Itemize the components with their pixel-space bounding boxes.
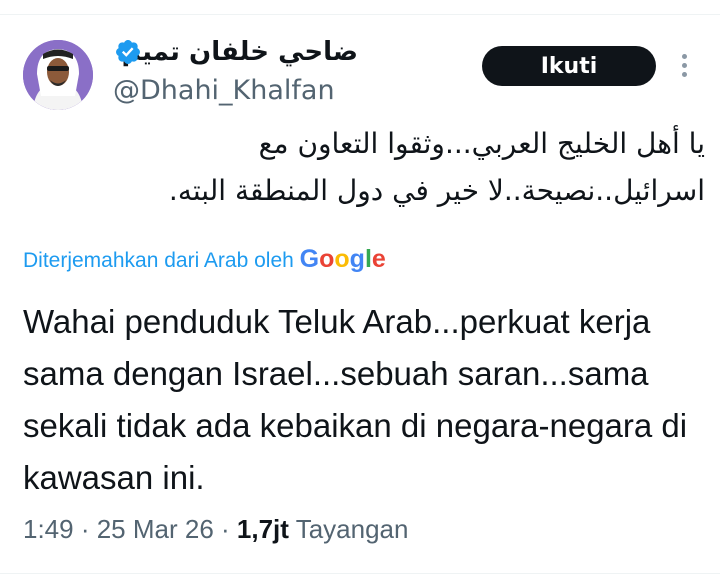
- tweet-time[interactable]: 1:49: [23, 514, 74, 544]
- more-vertical-icon[interactable]: [678, 54, 690, 80]
- bottom-divider: [0, 573, 720, 574]
- views-count: 1,7jt: [236, 514, 289, 544]
- display-name[interactable]: ضاحي خلفان تميم: [122, 34, 358, 70]
- top-divider: [0, 14, 720, 15]
- meta-separator: ·: [73, 514, 97, 544]
- translation-attribution[interactable]: Diterjemahkan dari Arab oleh Google: [23, 244, 386, 276]
- tweet-translated-text: Wahai penduduk Teluk Arab...perkuat kerj…: [23, 303, 688, 496]
- user-handle[interactable]: @Dhahi_Khalfan: [113, 73, 335, 109]
- avatar-image: [23, 40, 93, 110]
- translation-attribution-label: Diterjemahkan dari Arab oleh: [23, 249, 300, 272]
- tweet-original-text: يا أهل الخليج العربي...وثقوا التعاون مع …: [168, 127, 705, 207]
- google-logo: Google: [299, 245, 386, 273]
- views-label: Tayangan: [288, 514, 409, 544]
- meta-separator: ·: [213, 514, 237, 544]
- verified-badge-icon: [116, 40, 140, 64]
- tweet-date[interactable]: 25 Mar 26: [97, 514, 214, 544]
- avatar[interactable]: [23, 40, 93, 110]
- follow-button[interactable]: Ikuti: [482, 46, 656, 86]
- tweet-meta: 1:49 · 25 Mar 26 · 1,7jt Tayangan: [23, 512, 408, 546]
